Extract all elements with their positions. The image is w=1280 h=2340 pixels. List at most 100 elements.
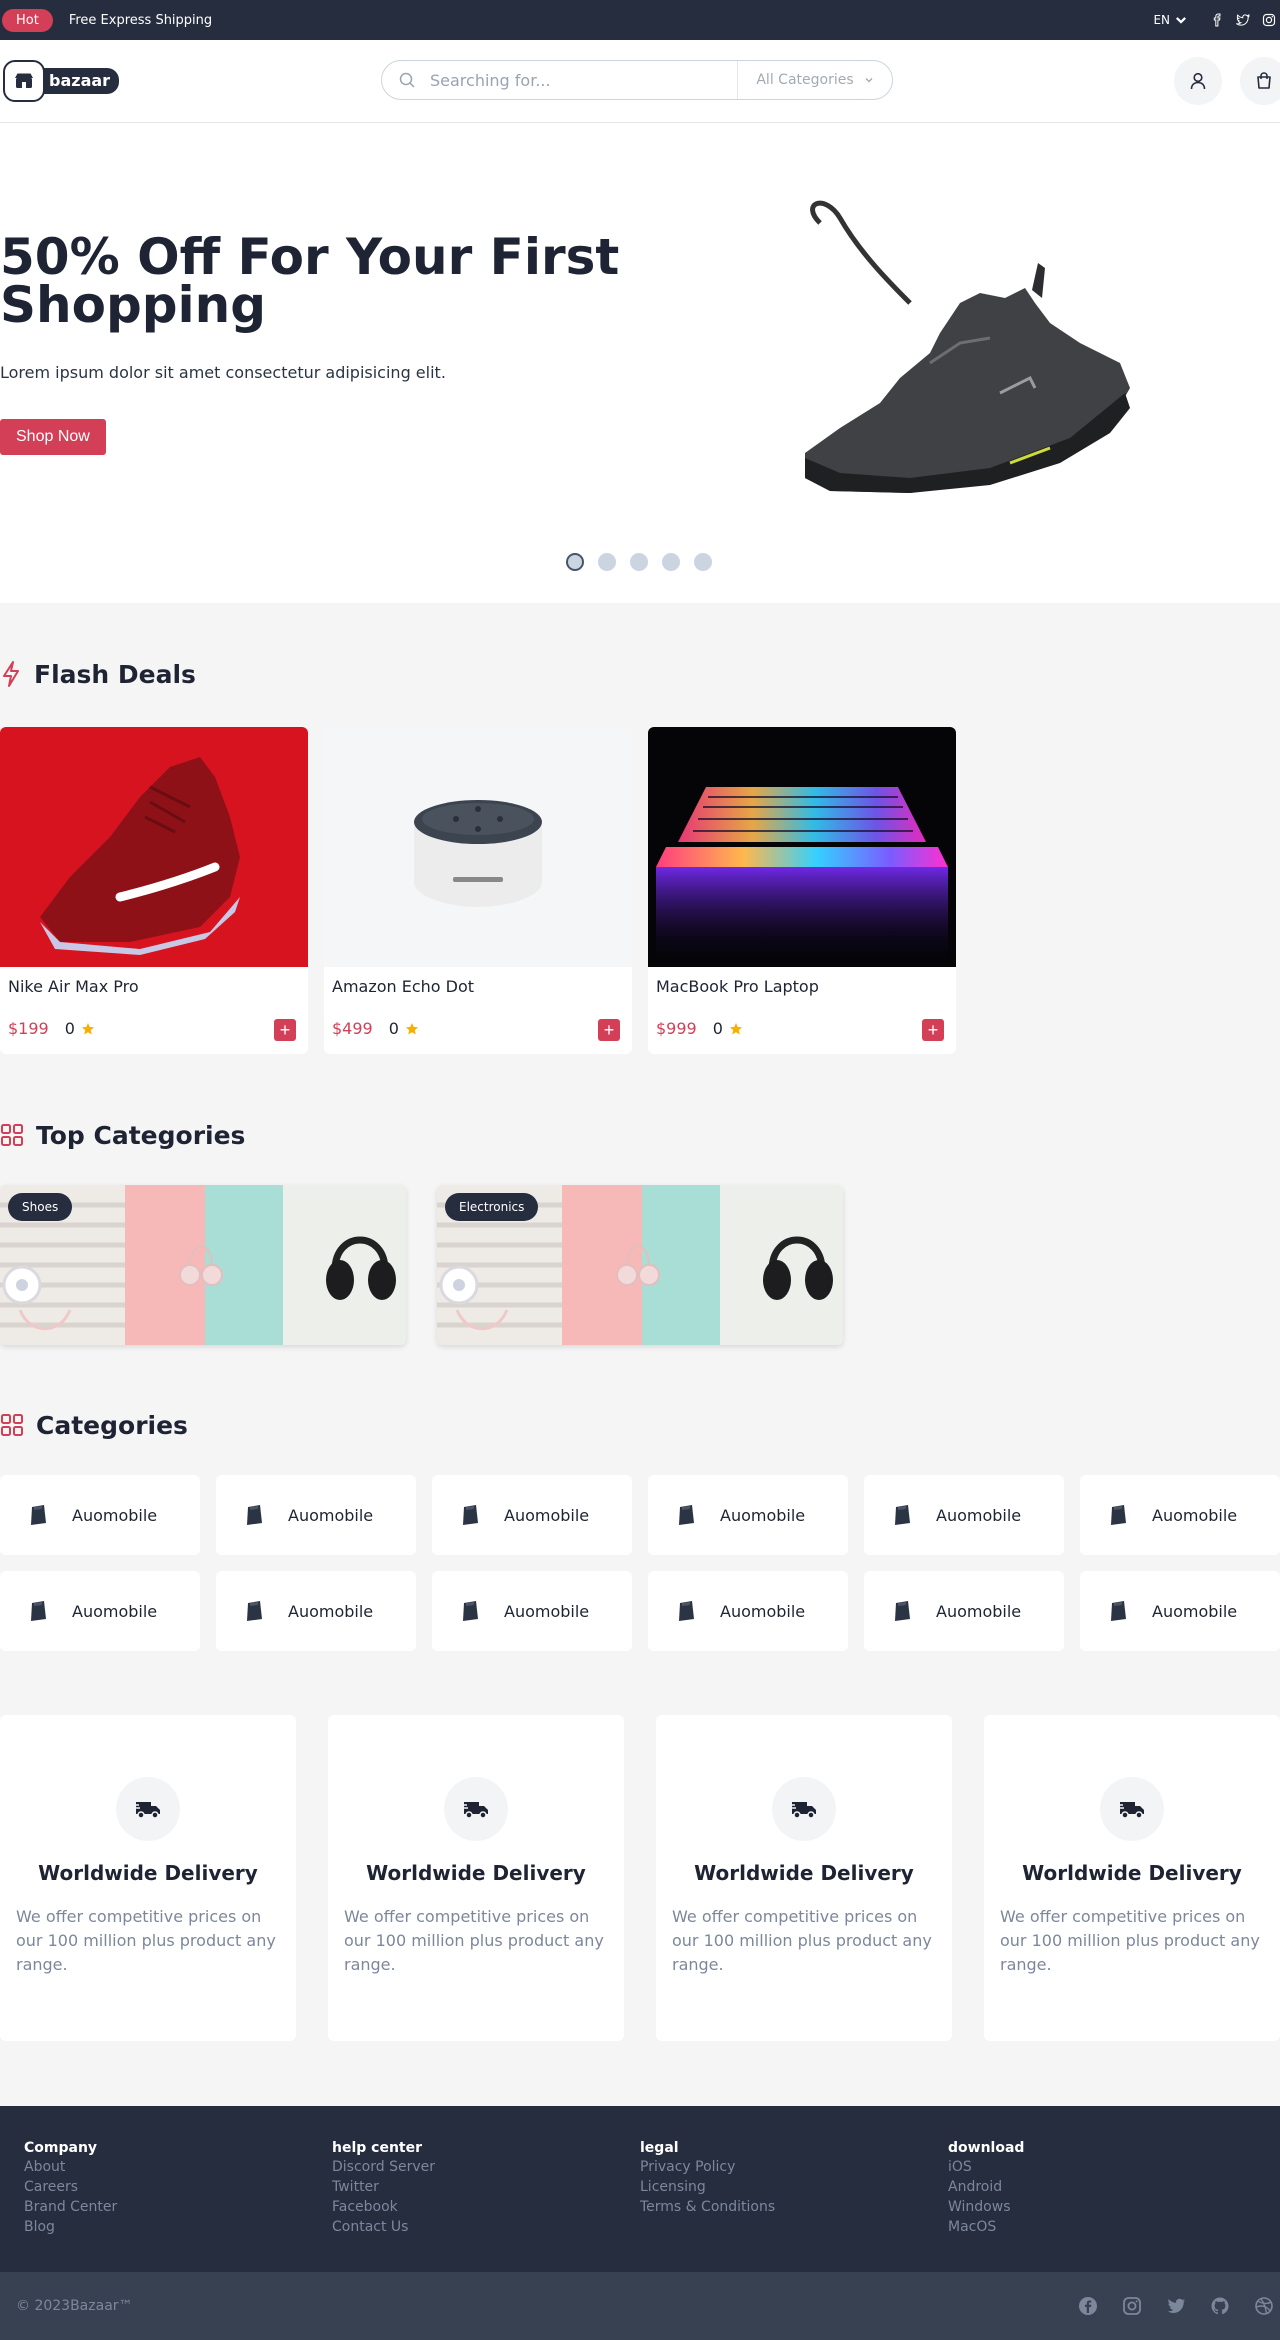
rating-value: 0	[712, 1019, 723, 1038]
category-item[interactable]: Auomobile	[0, 1475, 200, 1555]
category-item-label: Auomobile	[720, 1505, 806, 1525]
product-image	[648, 727, 956, 967]
product-card[interactable]: Amazon Echo Dot $499 0 +	[324, 727, 632, 1054]
product-name: Nike Air Max Pro	[8, 977, 139, 996]
instagram-icon[interactable]	[1122, 2296, 1142, 2316]
category-item-label: Auomobile	[504, 1505, 590, 1525]
truck-icon	[116, 1777, 180, 1841]
cart-button[interactable]	[1240, 57, 1280, 105]
dribbble-icon[interactable]	[1254, 2296, 1274, 2316]
section-title: Flash Deals	[34, 659, 196, 689]
add-to-cart-button[interactable]: +	[598, 1019, 620, 1041]
service-card: Worldwide Delivery We offer competitive p…	[984, 1715, 1280, 2041]
carousel-dot[interactable]	[630, 553, 648, 571]
search-bar[interactable]: Searching for... All Categories	[381, 60, 893, 100]
top-category-card[interactable]: Electronics	[437, 1185, 843, 1345]
category-item-label: Auomobile	[720, 1601, 806, 1621]
language-selector[interactable]: EN	[1153, 13, 1188, 27]
sneaker-image	[805, 200, 1130, 493]
category-icon	[1111, 1601, 1126, 1621]
carousel-dot[interactable]	[598, 553, 616, 571]
cart-icon	[1257, 72, 1271, 89]
carousel-dot[interactable]	[662, 553, 680, 571]
footer-link[interactable]: Careers	[24, 2177, 332, 2197]
category-item-label: Auomobile	[288, 1505, 374, 1525]
category-icon	[247, 1601, 262, 1621]
footer-link[interactable]: Terms & Conditions	[640, 2197, 948, 2217]
category-item[interactable]: Auomobile	[432, 1475, 632, 1555]
category-item[interactable]: Auomobile	[648, 1571, 848, 1651]
category-item[interactable]: Auomobile	[432, 1571, 632, 1651]
footer-link[interactable]: Discord Server	[332, 2157, 640, 2177]
footer-link[interactable]: Windows	[948, 2197, 1256, 2217]
chevron-down-icon	[865, 78, 873, 83]
service-card: Worldwide Delivery We offer competitive p…	[328, 1715, 624, 2041]
category-item[interactable]: Auomobile	[648, 1475, 848, 1555]
instagram-icon[interactable]	[1262, 13, 1276, 27]
category-item-label: Auomobile	[72, 1601, 158, 1621]
section-title: Categories	[36, 1410, 188, 1440]
footer-link[interactable]: Facebook	[332, 2197, 640, 2217]
flash-deals-section: Flash Deals Nike Air Max Pro $199 0 + Am…	[0, 603, 1280, 1054]
search-input[interactable]: Searching for...	[430, 71, 737, 90]
logo[interactable]: bazaar	[3, 60, 120, 102]
service-title: Worldwide Delivery	[1022, 1861, 1242, 1885]
carousel-dot[interactable]	[694, 553, 712, 571]
footer-link[interactable]: Twitter	[332, 2177, 640, 2197]
category-item[interactable]: Auomobile	[864, 1571, 1064, 1651]
service-description: We offer competitive prices on our 100 m…	[16, 1907, 276, 1974]
footer-link[interactable]: Contact Us	[332, 2217, 640, 2237]
user-button[interactable]	[1174, 57, 1222, 105]
category-icon	[31, 1505, 46, 1525]
twitter-icon[interactable]	[1236, 13, 1250, 27]
site-footer: Company About Careers Brand Center Blog help …	[0, 2106, 1280, 2340]
footer-link[interactable]: iOS	[948, 2157, 1256, 2177]
hot-badge: Hot	[2, 8, 53, 32]
footer-link[interactable]: About	[24, 2157, 332, 2177]
category-item[interactable]: Auomobile	[1080, 1475, 1280, 1555]
github-icon[interactable]	[1210, 2296, 1230, 2316]
category-item[interactable]: Auomobile	[864, 1475, 1064, 1555]
add-to-cart-button[interactable]: +	[922, 1019, 944, 1041]
facebook-icon[interactable]	[1210, 13, 1224, 27]
add-to-cart-button[interactable]: +	[274, 1019, 296, 1041]
footer-heading: help center	[332, 2140, 423, 2156]
category-icon	[31, 1601, 46, 1621]
category-select-label: All Categories	[756, 72, 854, 88]
category-item[interactable]: Auomobile	[216, 1571, 416, 1651]
footer-link[interactable]: Android	[948, 2177, 1256, 2197]
chevron-down-icon	[1176, 17, 1186, 24]
shop-now-button[interactable]: Shop Now	[0, 419, 106, 455]
footer-heading: legal	[640, 2140, 679, 2156]
footer-link[interactable]: Blog	[24, 2217, 332, 2237]
footer-column: download iOS Android Windows MacOS	[948, 2140, 1256, 2272]
product-card[interactable]: MacBook Pro Laptop $999 0 +	[648, 727, 956, 1054]
copyright-text: © 2023Bazaar™	[16, 2298, 133, 2314]
category-item-label: Auomobile	[1152, 1505, 1238, 1525]
facebook-icon[interactable]	[1078, 2296, 1098, 2316]
product-card[interactable]: Nike Air Max Pro $199 0 +	[0, 727, 308, 1054]
service-card: Worldwide Delivery We offer competitive p…	[0, 1715, 296, 2041]
carousel-dot[interactable]	[566, 553, 584, 571]
footer-link[interactable]: Privacy Policy	[640, 2157, 948, 2177]
footer-link[interactable]: Licensing	[640, 2177, 948, 2197]
category-item[interactable]: Auomobile	[216, 1475, 416, 1555]
category-icon	[463, 1601, 478, 1621]
product-rating: 0	[389, 1019, 419, 1038]
services-section: Worldwide Delivery We offer competitive p…	[0, 1715, 1280, 2041]
service-card: Worldwide Delivery We offer competitive p…	[656, 1715, 952, 2041]
product-image	[324, 727, 632, 967]
rating-value: 0	[64, 1019, 75, 1038]
top-category-card[interactable]: Shoes	[0, 1185, 406, 1345]
footer-link[interactable]: Brand Center	[24, 2197, 332, 2217]
category-item-label: Auomobile	[1152, 1601, 1238, 1621]
footer-link[interactable]: MacOS	[948, 2217, 1256, 2237]
user-icon	[1190, 72, 1206, 90]
category-item[interactable]: Auomobile	[1080, 1571, 1280, 1651]
category-item[interactable]: Auomobile	[0, 1571, 200, 1651]
carousel-dots	[566, 553, 712, 571]
category-select[interactable]: All Categories	[737, 61, 892, 99]
product-image	[0, 727, 308, 967]
hero-subtitle: Lorem ipsum dolor sit amet consectetur a…	[0, 363, 446, 382]
twitter-icon[interactable]	[1166, 2296, 1186, 2316]
